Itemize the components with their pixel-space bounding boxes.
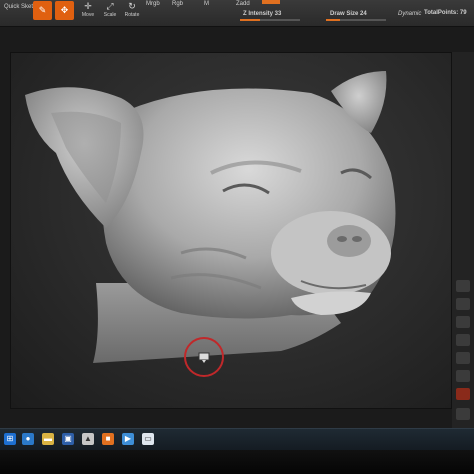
draw-button[interactable]: ✥ bbox=[55, 1, 74, 20]
media-icon[interactable]: ▶ bbox=[122, 433, 134, 445]
move-icon: ✛ bbox=[84, 1, 92, 11]
edit-button[interactable]: ✎ bbox=[33, 1, 52, 20]
quick-sketch-button[interactable]: Quick Sketch bbox=[4, 4, 39, 11]
edit-icon: ✎ bbox=[38, 5, 47, 15]
draw-size-fill bbox=[326, 19, 341, 21]
move-button[interactable]: ✛ Move bbox=[78, 1, 98, 23]
scale-icon: ⤢ bbox=[106, 1, 114, 11]
draw-size-label: Draw Size 24 bbox=[330, 11, 367, 17]
shelf-button-7[interactable] bbox=[456, 388, 470, 400]
mrgb-button[interactable]: Mrgb bbox=[146, 1, 160, 8]
m-button[interactable]: M bbox=[204, 1, 209, 8]
top-toolbar: Quick Sketch ✎ ✥ ✛ Move ⤢ Scale ↻ Rotate… bbox=[0, 0, 474, 27]
shelf-button-6[interactable] bbox=[456, 370, 470, 382]
move-label: Move bbox=[81, 12, 95, 18]
z-intensity-slider[interactable] bbox=[240, 19, 300, 21]
total-points-readout: TotalPoints: 79 bbox=[424, 10, 467, 16]
dynamic-toggle[interactable]: Dynamic bbox=[398, 11, 421, 18]
shelf-button-3[interactable] bbox=[456, 316, 470, 328]
scale-button[interactable]: ⤢ Scale bbox=[100, 1, 120, 23]
zbrush-icon[interactable]: ▲ bbox=[82, 433, 94, 445]
rotate-icon: ↻ bbox=[128, 1, 136, 11]
canvas-viewport[interactable] bbox=[10, 52, 452, 409]
ps-icon[interactable]: ▣ bbox=[62, 433, 74, 445]
brush-cursor-icon bbox=[184, 337, 224, 377]
screen: Quick Sketch ✎ ✥ ✛ Move ⤢ Scale ↻ Rotate… bbox=[0, 0, 474, 474]
z-intensity-label: Z Intensity 33 bbox=[243, 11, 282, 17]
orange-app-icon[interactable]: ■ bbox=[102, 433, 114, 445]
sculpt-model bbox=[25, 71, 396, 363]
rgb-button[interactable]: Rgb bbox=[172, 1, 183, 8]
rotate-button[interactable]: ↻ Rotate bbox=[122, 1, 142, 23]
folder-icon[interactable]: ▬ bbox=[42, 433, 54, 445]
start-icon[interactable]: ⊞ bbox=[4, 433, 16, 445]
z-intensity-fill bbox=[240, 19, 260, 21]
right-shelf bbox=[452, 52, 474, 432]
zadd-button[interactable]: Zadd bbox=[236, 1, 250, 8]
draw-size-slider[interactable] bbox=[326, 19, 386, 21]
zadd-active-indicator bbox=[262, 0, 280, 4]
draw-icon: ✥ bbox=[60, 5, 69, 15]
image-viewer-icon[interactable]: ▭ bbox=[142, 433, 154, 445]
scale-label: Scale bbox=[103, 12, 117, 18]
shelf-button-4[interactable] bbox=[456, 334, 470, 346]
shelf-button-8[interactable] bbox=[456, 408, 470, 420]
shelf-button-1[interactable] bbox=[456, 280, 470, 292]
browser-icon[interactable]: ● bbox=[22, 433, 34, 445]
shelf-button-2[interactable] bbox=[456, 298, 470, 310]
shelf-button-5[interactable] bbox=[456, 352, 470, 364]
rotate-label: Rotate bbox=[124, 12, 140, 18]
monitor-bezel bbox=[0, 450, 474, 474]
taskbar: ⊞ ● ▬ ▣ ▲ ■ ▶ ▭ bbox=[0, 428, 474, 451]
